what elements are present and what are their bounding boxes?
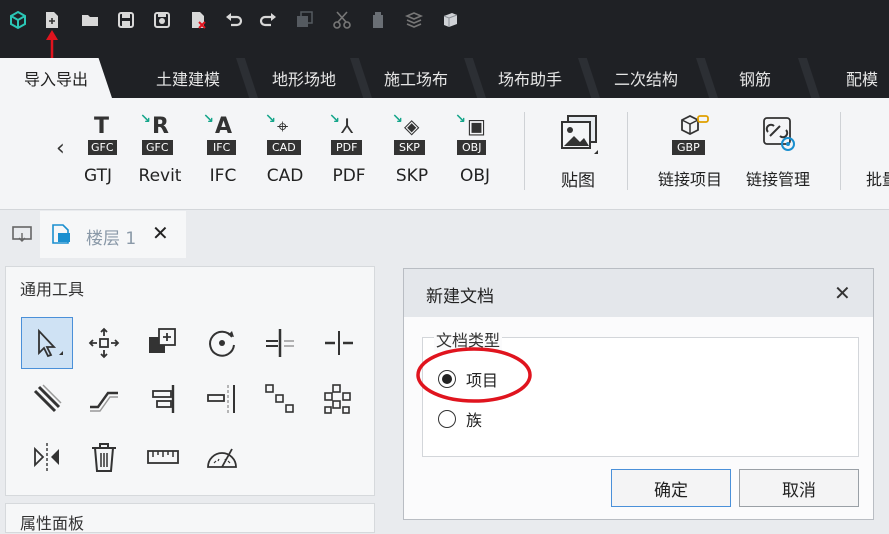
batch-button-label[interactable]: 批量 — [866, 166, 889, 190]
tools-panel-title: 通用工具 — [20, 280, 85, 299]
import-revit-button[interactable]: ↘ R GFC Revit — [132, 112, 188, 194]
stretch-tool-icon[interactable] — [78, 373, 130, 425]
delete-tool-icon[interactable] — [78, 431, 130, 483]
array-tool-icon[interactable] — [254, 373, 306, 425]
move-tool-icon[interactable] — [78, 317, 130, 369]
ok-button[interactable]: 确定 — [611, 469, 731, 507]
paste-icon[interactable] — [366, 8, 390, 32]
dialog-close-icon[interactable]: ✕ — [834, 281, 851, 305]
doc-tab-close-icon[interactable]: ✕ — [152, 221, 169, 245]
radio-family[interactable] — [438, 410, 456, 428]
import-skp-button[interactable]: ↘ ◈ SKP SKP — [384, 112, 440, 194]
select-box-icon[interactable] — [292, 8, 316, 32]
extend-tool-icon[interactable] — [254, 317, 306, 369]
tab-import-export[interactable]: 导入导出 — [0, 58, 112, 98]
title-bar — [0, 0, 889, 62]
doc-tab-floor-1[interactable]: 楼层 1 ✕ — [40, 211, 186, 258]
tab-separator — [798, 58, 820, 98]
tab-layout-assistant[interactable]: 场布助手 — [474, 58, 586, 98]
trim-tool-icon[interactable] — [196, 373, 248, 425]
close-file-icon[interactable] — [186, 8, 210, 32]
cancel-button[interactable]: 取消 — [739, 469, 859, 507]
ribbon-divider — [840, 112, 841, 190]
tab-terrain[interactable]: 地形场地 — [248, 58, 360, 98]
pdf-file-icon: ↘ ⅄ PDF — [329, 112, 369, 158]
ribbon-divider — [627, 112, 628, 190]
option-family[interactable]: 族 — [438, 407, 482, 431]
import-ifc-button[interactable]: ↘ A IFC IFC — [195, 112, 251, 194]
tab-secondary-structure[interactable]: 二次结构 — [588, 58, 704, 98]
annotation-ellipse — [416, 347, 532, 403]
dialog-header: 新建文档 ✕ — [404, 269, 873, 317]
annotation-arrow — [46, 30, 58, 62]
paste-image-button[interactable]: 贴图 — [548, 114, 608, 194]
floor-doc-icon — [50, 223, 72, 245]
ribbon-divider — [524, 112, 525, 190]
grid-array-tool-icon[interactable] — [313, 373, 365, 425]
tab-construction-layout[interactable]: 施工场布 — [360, 58, 472, 98]
document-tabs: 楼层 1 ✕ — [0, 211, 889, 258]
general-tools-panel: 通用工具 — [5, 266, 375, 496]
window-switch-icon[interactable] — [12, 225, 32, 243]
app-logo-icon — [6, 8, 30, 32]
save-as-icon[interactable] — [150, 8, 174, 32]
open-folder-icon[interactable] — [78, 8, 102, 32]
import-obj-button[interactable]: ↘ ▣ OBJ OBJ — [447, 112, 503, 194]
link-manage-button[interactable]: 链接管理 — [738, 114, 818, 194]
ifc-file-icon: ↘ A IFC — [203, 112, 243, 158]
picture-icon — [558, 114, 598, 158]
mirror-tool-icon[interactable] — [21, 431, 73, 483]
cut-icon[interactable] — [330, 8, 354, 32]
doc-tab-label: 楼层 1 — [86, 229, 137, 249]
dialog-title: 新建文档 — [426, 287, 494, 307]
gfc-revit-icon: ↘ R GFC — [140, 112, 180, 158]
layer-icon[interactable] — [402, 8, 426, 32]
ribbon-prev-button[interactable]: ‹ — [56, 136, 65, 161]
skp-file-icon: ↘ ◈ SKP — [392, 112, 432, 158]
undo-icon[interactable] — [222, 8, 246, 32]
view-3d-icon[interactable] — [438, 8, 462, 32]
gfc-file-icon: T GFC — [88, 114, 128, 158]
copy-tool-icon[interactable] — [137, 317, 189, 369]
properties-panel-title: 属性面板 — [20, 514, 85, 533]
link-settings-icon — [758, 114, 798, 158]
new-document-dialog: 新建文档 ✕ 文档类型 项目 族 确定 取消 — [403, 268, 874, 520]
link-project-button[interactable]: GBP 链接项目 — [652, 114, 728, 194]
angle-measure-tool-icon[interactable] — [196, 431, 248, 483]
align-tool-icon[interactable] — [137, 373, 189, 425]
tab-rebar[interactable]: 钢筋 — [710, 58, 800, 98]
import-pdf-button[interactable]: ↘ ⅄ PDF PDF — [321, 112, 377, 194]
redo-icon[interactable] — [256, 8, 280, 32]
option-family-label: 族 — [466, 411, 483, 430]
rotate-tool-icon[interactable] — [196, 317, 248, 369]
save-icon[interactable] — [114, 8, 138, 32]
import-cad-button[interactable]: ↘ ⌖ CAD CAD — [257, 112, 313, 194]
ribbon-tabs: 导入导出 土建建模 地形场地 施工场布 场布助手 二次结构 钢筋 配模 — [0, 58, 889, 98]
obj-file-icon: ↘ ▣ OBJ — [455, 112, 487, 155]
cad-file-icon: ↘ ⌖ CAD — [265, 112, 305, 158]
tab-civil-modeling[interactable]: 土建建模 — [132, 58, 244, 98]
tab-formwork[interactable]: 配模 — [822, 58, 889, 98]
import-gtj-button[interactable]: T GFC GTJ — [68, 114, 128, 194]
split-tool-icon[interactable] — [313, 317, 365, 369]
measure-tool-icon[interactable] — [137, 431, 189, 483]
offset-tool-icon[interactable] — [21, 373, 73, 425]
gbp-link-icon: GBP — [670, 114, 710, 158]
select-tool-icon[interactable] — [21, 317, 73, 369]
ribbon-panel: ‹ T GFC GTJ ↘ R GFC Revit ↘ A IFC IFC ↘ … — [0, 98, 889, 210]
